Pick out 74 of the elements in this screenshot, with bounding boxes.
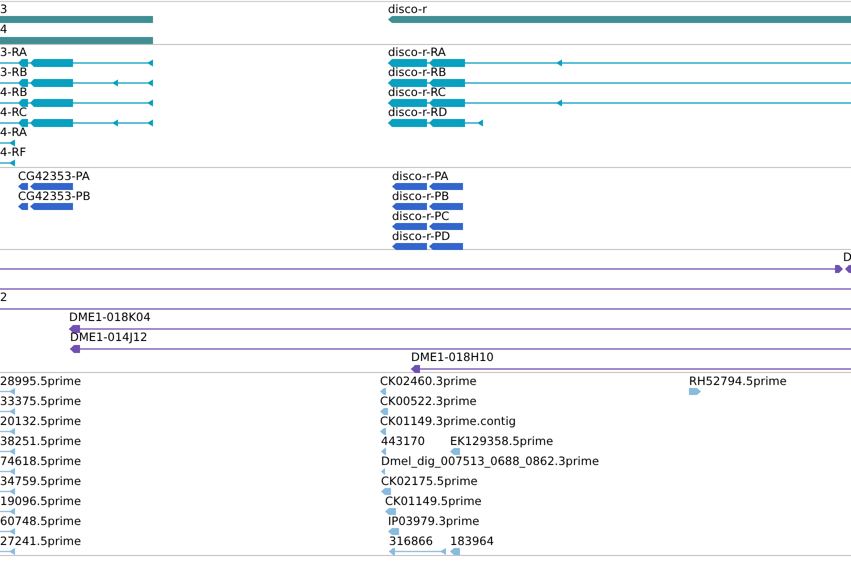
est-drawing — [0, 408, 15, 415]
est-drawing — [0, 488, 15, 495]
feature-label: 27241.5prime — [0, 534, 82, 548]
est-drawing — [389, 548, 446, 555]
feature-label: 3 — [0, 2, 8, 16]
feature-label: IP03979.3prime — [388, 514, 480, 528]
est-drawing — [0, 468, 15, 475]
feature-label: 19096.5prime — [0, 494, 82, 508]
feature-label: 28995.5prime — [0, 374, 82, 388]
feature-label: 34759.5prime — [0, 474, 82, 488]
feature-label: 4-RB — [0, 85, 28, 99]
protein-drawing — [392, 203, 463, 210]
feature-label: 33375.5prime — [0, 394, 82, 408]
feature-label: 316866 — [389, 534, 433, 548]
protein-drawing — [392, 243, 463, 250]
est-drawing — [0, 508, 15, 515]
feature-label: 3-RA — [0, 45, 27, 59]
feature-label: 4-RC — [0, 105, 27, 119]
protein-drawing — [18, 183, 73, 190]
feature-label: CK01149.3prime.contig — [380, 414, 516, 428]
feature-label: CG42353-PA — [18, 169, 90, 183]
feature-label: disco-r-PC — [392, 209, 450, 223]
est-drawing — [0, 528, 15, 535]
feature-label: Dmel_dig_007513_0688_0862.3prime — [381, 454, 600, 468]
feature-label: disco-r-RA — [388, 45, 446, 59]
protein-drawing — [18, 203, 73, 210]
transcript-drawing — [0, 159, 15, 167]
feature-label: disco-r-RD — [388, 105, 448, 119]
est-drawing — [381, 448, 386, 455]
feature-label: disco-r — [388, 2, 427, 16]
feature-label: RH52794.5prime — [689, 374, 787, 388]
feature-label: 74618.5prime — [0, 454, 82, 468]
est-drawing — [689, 388, 701, 395]
est-drawing — [385, 508, 396, 515]
est-drawing — [388, 528, 399, 535]
feature-label: DME1-014J12 — [70, 330, 148, 344]
transcript-drawing — [0, 139, 15, 147]
est-drawing — [0, 388, 15, 395]
est-drawing — [380, 408, 388, 415]
est-drawing — [381, 488, 391, 495]
est-drawing — [381, 468, 385, 475]
feature-label: 20132.5prime — [0, 414, 82, 428]
feature-label: disco-r-RC — [388, 85, 446, 99]
feature-label: disco-r-PA — [392, 169, 448, 183]
feature-label: 60748.5prime — [0, 514, 82, 528]
feature-label: 38251.5prime — [0, 434, 82, 448]
feature-label: EK129358.5prime — [450, 434, 554, 448]
est-drawing — [0, 548, 15, 555]
feature-label: 4 — [0, 22, 8, 36]
protein-drawing — [392, 183, 463, 190]
feature-label: disco-r-PD — [392, 229, 450, 243]
feature-label: 443170 — [381, 434, 425, 448]
est-drawing — [450, 548, 460, 555]
feature-label: DME1-018H10 — [411, 350, 494, 364]
feature-label: CG42353-PB — [18, 189, 90, 203]
est-drawing — [0, 448, 15, 455]
feature-label: DME1-018K04 — [69, 310, 151, 324]
feature-label: disco-r-PB — [392, 189, 450, 203]
feature-label: CK01149.5prime — [385, 494, 482, 508]
est-drawing — [450, 448, 460, 455]
feature-label: disco-r-RB — [388, 65, 446, 79]
feature-label: 4-RF — [0, 145, 26, 159]
feature-label: D — [843, 250, 851, 264]
feature-label: 3-RB — [0, 65, 28, 79]
est-drawing — [380, 428, 386, 435]
protein-drawing — [392, 223, 463, 230]
feature-label: CK00522.3prime — [380, 394, 477, 408]
feature-label: CK02460.3prime — [380, 374, 477, 388]
feature-label: 4-RA — [0, 125, 27, 139]
feature-label: 2 — [0, 290, 8, 304]
feature-label: 183964 — [450, 534, 494, 548]
est-drawing — [0, 428, 15, 435]
feature-label: CK02175.5prime — [381, 474, 478, 488]
est-drawing — [380, 388, 386, 395]
